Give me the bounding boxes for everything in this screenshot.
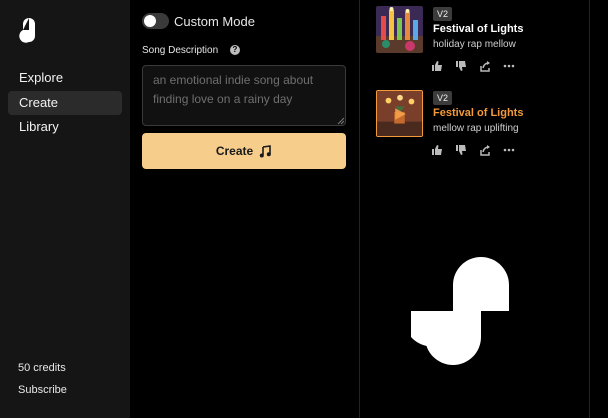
thumbs-up-icon[interactable]	[431, 143, 443, 155]
version-badge: V2	[433, 7, 453, 21]
song-title[interactable]: Festival of Lights	[433, 107, 523, 119]
subscribe-link[interactable]: Subscribe	[18, 384, 67, 396]
custom-mode-toggle[interactable]	[142, 13, 169, 29]
panel-divider-right	[589, 0, 590, 418]
create-panel	[130, 0, 359, 418]
thumbs-down-icon[interactable]	[455, 59, 467, 71]
sidebar-item-create[interactable]: Create	[8, 91, 122, 115]
song-title[interactable]: Festival of Lights	[433, 23, 523, 35]
help-circle-icon[interactable]: ?	[230, 45, 240, 55]
panel-divider	[359, 0, 360, 418]
version-badge: V2	[433, 91, 453, 105]
create-button[interactable]: Create	[142, 133, 346, 169]
custom-mode-label: Custom Mode	[174, 14, 255, 29]
sidebar-item-library[interactable]: Library	[8, 115, 122, 139]
music-note-icon	[259, 144, 271, 157]
song-actions	[431, 143, 515, 156]
share-icon[interactable]	[479, 143, 491, 156]
song-description-input[interactable]	[142, 65, 346, 126]
song-actions	[431, 59, 515, 72]
song-description-label: Song Description	[142, 45, 219, 56]
song-tags: mellow rap uplifting	[433, 123, 519, 134]
more-options-icon[interactable]	[503, 59, 515, 71]
create-button-label: Create	[215, 144, 254, 158]
song-cover-art[interactable]	[376, 6, 423, 53]
more-options-icon[interactable]	[503, 143, 515, 155]
credits-count: 50 credits	[18, 362, 66, 374]
wave-logo-icon	[411, 257, 509, 365]
thumbs-down-icon[interactable]	[455, 143, 467, 155]
sidebar: Explore Create Library 50 credits Subscr…	[0, 0, 130, 418]
toggle-knob	[144, 15, 156, 27]
song-tags: holiday rap mellow	[433, 39, 516, 50]
resize-handle-icon[interactable]	[337, 117, 345, 125]
wave-logo-icon[interactable]	[15, 16, 43, 44]
sidebar-item-explore[interactable]: Explore	[8, 66, 122, 90]
share-icon[interactable]	[479, 59, 491, 72]
song-cover-art[interactable]	[376, 90, 423, 137]
song-item[interactable]: V2 Festival of Lights mellow rap uplifti…	[376, 90, 586, 160]
song-item[interactable]: V2 Festival of Lights holiday rap mellow	[376, 6, 586, 76]
thumbs-up-icon[interactable]	[431, 59, 443, 71]
